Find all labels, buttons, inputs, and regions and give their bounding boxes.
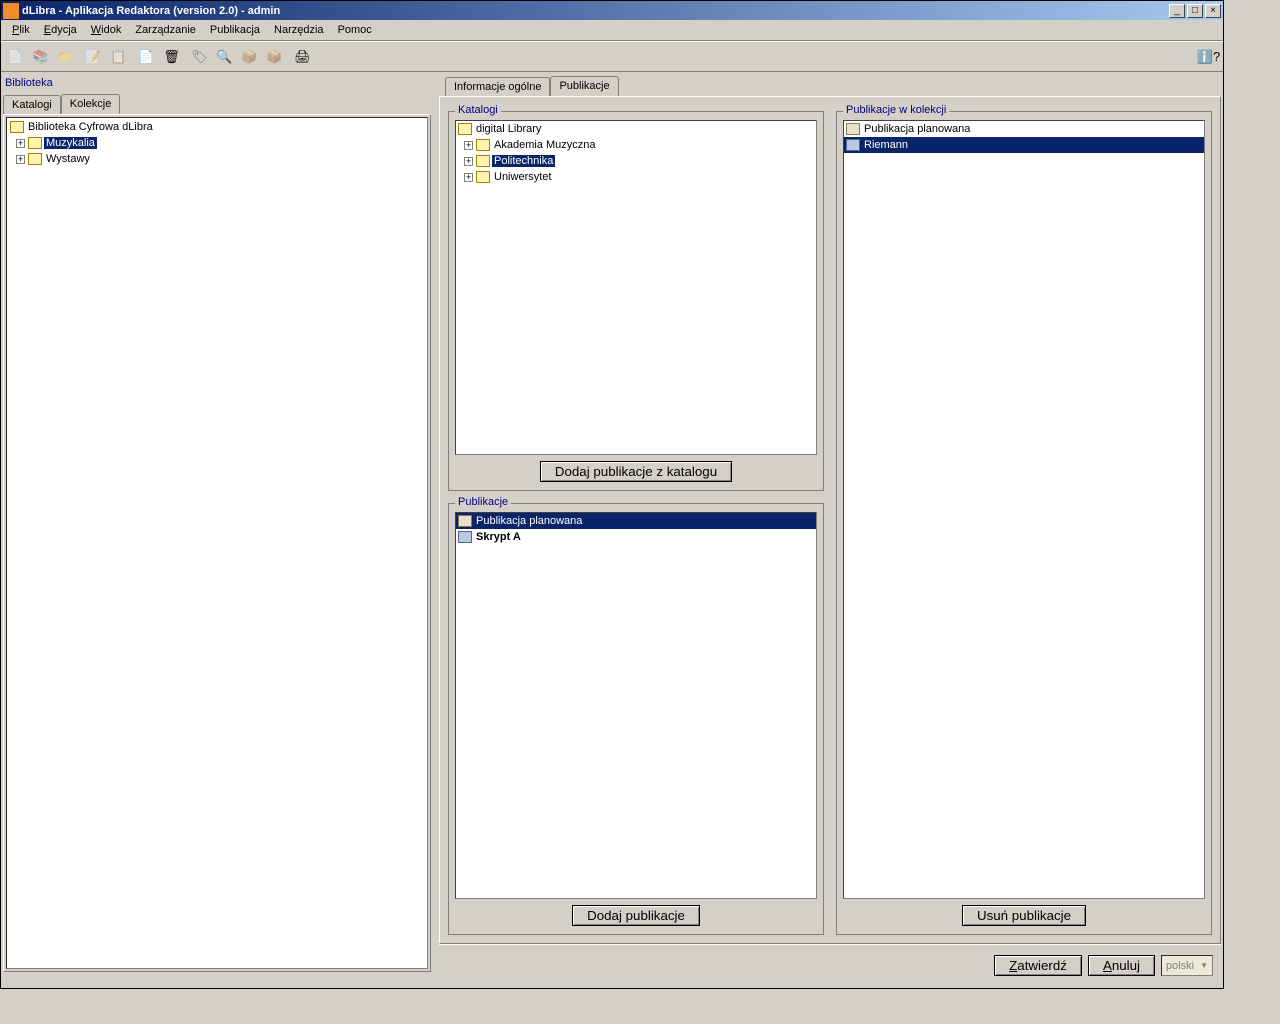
toolbar-btn-10[interactable]: 📦 xyxy=(238,45,261,68)
toolbar-btn-3[interactable]: 📁 xyxy=(54,45,77,68)
book-icon xyxy=(846,139,860,151)
folder-icon xyxy=(10,121,24,133)
katalogi-root[interactable]: digital Library xyxy=(456,121,816,137)
chevron-down-icon: ▼ xyxy=(1200,961,1208,970)
toolbar-btn-1[interactable]: 📄 xyxy=(4,45,27,68)
toolbar-btn-11[interactable]: 📦 xyxy=(263,45,286,68)
groupbox-katalogi: Katalogi digital Library + Akademia Muzy… xyxy=(448,111,824,491)
doc-icon xyxy=(846,123,860,135)
katalogi-tree[interactable]: digital Library + Akademia Muzyczna + xyxy=(455,120,817,455)
left-panel: Biblioteka Katalogi Kolekcje Biblioteka … xyxy=(3,74,431,986)
right-panel: Informacje ogólne Publikacje Katalogi di… xyxy=(439,74,1221,986)
menu-publikacja[interactable]: Publikacja xyxy=(203,22,267,38)
right-tab-body: Katalogi digital Library + Akademia Muzy… xyxy=(439,96,1221,944)
publikacje-list[interactable]: Publikacja planowana Skrypt A xyxy=(455,512,817,899)
expand-icon[interactable]: + xyxy=(464,173,473,182)
close-button[interactable]: × xyxy=(1205,4,1221,18)
cancel-button[interactable]: Anuluj xyxy=(1088,955,1155,976)
list-item[interactable]: Riemann xyxy=(844,137,1204,153)
toolbar-btn-2[interactable]: 📚 xyxy=(29,45,52,68)
confirm-button[interactable]: Zatwierdź xyxy=(994,955,1082,976)
left-section-label: Biblioteka xyxy=(3,74,431,92)
katalogi-item[interactable]: + Uniwersytet xyxy=(456,169,816,185)
tab-kolekcje[interactable]: Kolekcje xyxy=(61,94,121,114)
bottom-bar: Zatwierdź Anuluj polski ▼ xyxy=(439,944,1221,986)
left-tree[interactable]: Biblioteka Cyfrowa dLibra + Muzykalia + … xyxy=(6,117,428,969)
maximize-button[interactable]: □ xyxy=(1187,4,1203,18)
menu-edycja[interactable]: Edycja xyxy=(37,22,84,38)
folder-icon xyxy=(28,137,42,149)
right-col-right: Publikacje w kolekcji Publikacja planowa… xyxy=(836,105,1212,935)
menu-zarzadzanie[interactable]: Zarządzanie xyxy=(128,22,203,38)
list-item[interactable]: Publikacja planowana xyxy=(456,513,816,529)
folder-icon xyxy=(476,155,490,167)
tree-root[interactable]: Biblioteka Cyfrowa dLibra xyxy=(8,119,426,135)
left-tab-body: Biblioteka Cyfrowa dLibra + Muzykalia + … xyxy=(3,114,431,972)
right-col-left: Katalogi digital Library + Akademia Muzy… xyxy=(448,105,824,935)
wkolekcji-list[interactable]: Publikacja planowana Riemann xyxy=(843,120,1205,899)
tree-item-wystawy[interactable]: + Wystawy xyxy=(8,151,426,167)
legend-publikacje: Publikacje xyxy=(455,496,511,508)
language-combo[interactable]: polski ▼ xyxy=(1161,955,1213,976)
legend-katalogi: Katalogi xyxy=(455,104,501,116)
toolbar: 📄 📚 📁 📝 📋 📄 🗑 🏷 🔍 📦 📦 🖨 ℹ️? xyxy=(1,41,1223,72)
toolbar-help-icon[interactable]: ℹ️? xyxy=(1197,45,1220,68)
remove-publications-button[interactable]: Usuń publikacje xyxy=(962,905,1086,926)
expand-icon[interactable]: + xyxy=(464,157,473,166)
titlebar: dLibra - Aplikacja Redaktora (version 2.… xyxy=(1,1,1223,20)
window-title: dLibra - Aplikacja Redaktora (version 2.… xyxy=(22,5,1167,17)
toolbar-search-icon[interactable]: 🔍 xyxy=(213,45,236,68)
language-value: polski xyxy=(1166,960,1194,972)
book-icon xyxy=(458,531,472,543)
toolbar-btn-6[interactable]: 📄 xyxy=(135,45,158,68)
list-item[interactable]: Skrypt A xyxy=(456,529,816,545)
left-tabs: Katalogi Kolekcje xyxy=(3,94,431,114)
menu-plik[interactable]: Plik xyxy=(5,22,37,38)
expand-icon[interactable]: + xyxy=(16,139,25,148)
list-item[interactable]: Publikacja planowana xyxy=(844,121,1204,137)
app-window: dLibra - Aplikacja Redaktora (version 2.… xyxy=(0,0,1224,989)
legend-wkolekcji: Publikacje w kolekcji xyxy=(843,104,949,116)
app-icon xyxy=(3,3,19,19)
tab-katalogi[interactable]: Katalogi xyxy=(3,95,61,115)
folder-icon xyxy=(476,171,490,183)
toolbar-btn-5[interactable]: 📋 xyxy=(107,45,130,68)
expand-icon[interactable]: + xyxy=(16,155,25,164)
minimize-button[interactable]: _ xyxy=(1169,4,1185,18)
groupbox-wkolekcji: Publikacje w kolekcji Publikacja planowa… xyxy=(836,111,1212,935)
doc-icon xyxy=(458,515,472,527)
menubar: Plik Edycja Widok Zarządzanie Publikacja… xyxy=(1,20,1223,41)
folder-icon xyxy=(458,123,472,135)
katalogi-item[interactable]: + Akademia Muzyczna xyxy=(456,137,816,153)
toolbar-delete-icon[interactable]: 🗑 xyxy=(160,45,183,68)
folder-icon xyxy=(28,153,42,165)
main-area: Biblioteka Katalogi Kolekcje Biblioteka … xyxy=(1,72,1223,988)
right-tabs: Informacje ogólne Publikacje xyxy=(445,76,1221,96)
expand-icon[interactable]: + xyxy=(464,141,473,150)
menu-widok[interactable]: Widok xyxy=(84,22,129,38)
toolbar-print-icon[interactable]: 🖨 xyxy=(291,45,314,68)
folder-icon xyxy=(476,139,490,151)
katalogi-item[interactable]: + Politechnika xyxy=(456,153,816,169)
add-publications-button[interactable]: Dodaj publikacje xyxy=(572,905,700,926)
menu-pomoc[interactable]: Pomoc xyxy=(331,22,379,38)
tab-informacje-ogolne[interactable]: Informacje ogólne xyxy=(445,77,550,97)
tree-item-muzykalia[interactable]: + Muzykalia xyxy=(8,135,426,151)
add-from-catalog-button[interactable]: Dodaj publikacje z katalogu xyxy=(540,461,732,482)
menu-narzedzia[interactable]: Narzędzia xyxy=(267,22,331,38)
tab-publikacje[interactable]: Publikacje xyxy=(550,76,618,96)
toolbar-btn-4[interactable]: 📝 xyxy=(82,45,105,68)
groupbox-publikacje: Publikacje Publikacja planowana Skrypt A xyxy=(448,503,824,935)
toolbar-btn-8[interactable]: 🏷 xyxy=(188,45,211,68)
